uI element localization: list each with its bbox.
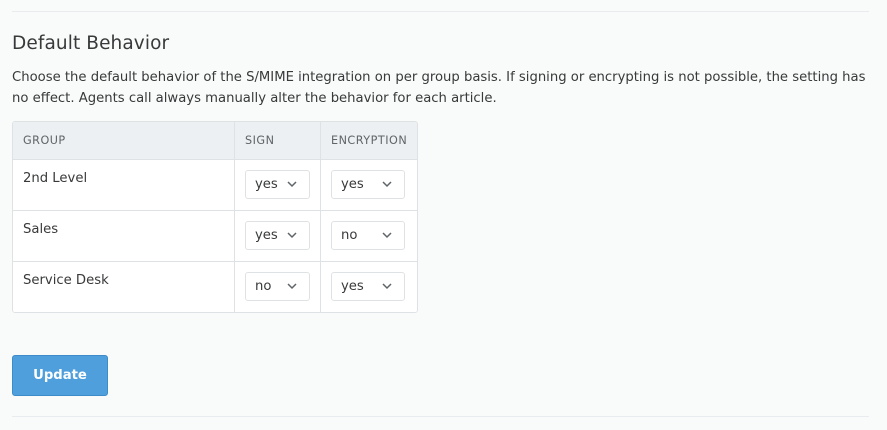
chevron-down-icon (287, 232, 297, 239)
update-button[interactable]: Update (12, 355, 108, 396)
chevron-down-icon (382, 283, 392, 290)
column-header-sign: SIGN (234, 122, 320, 160)
sign-select-value: yes (255, 177, 278, 192)
section-title: Default Behavior (12, 33, 170, 54)
table-row: Sales yes no (13, 211, 418, 262)
table-row: Service Desk no yes (13, 262, 418, 312)
encryption-select-value: yes (341, 279, 364, 294)
encryption-select[interactable]: no (331, 221, 405, 250)
encryption-select[interactable]: yes (331, 170, 405, 199)
sign-select[interactable]: no (245, 272, 310, 301)
group-name: Service Desk (23, 273, 109, 288)
column-header-group: GROUP (13, 122, 234, 160)
chevron-down-icon (287, 283, 297, 290)
encryption-select-value: yes (341, 177, 364, 192)
sign-select-value: no (255, 279, 272, 294)
chevron-down-icon (287, 181, 297, 188)
top-divider (12, 11, 869, 12)
encryption-select-value: no (341, 228, 358, 243)
group-behavior-table: GROUP SIGN ENCRYPTION 2nd Level yes yes (12, 121, 419, 313)
group-name: 2nd Level (23, 171, 88, 186)
table-header-row: GROUP SIGN ENCRYPTION (13, 122, 418, 160)
group-name: Sales (23, 222, 59, 237)
sign-select-value: yes (255, 228, 278, 243)
table-row: 2nd Level yes yes (13, 160, 418, 211)
bottom-divider (12, 416, 869, 417)
sign-select[interactable]: yes (245, 170, 310, 199)
sign-select[interactable]: yes (245, 221, 310, 250)
chevron-down-icon (382, 232, 392, 239)
encryption-select[interactable]: yes (331, 272, 405, 301)
smime-default-behavior-page: Default Behavior Choose the default beha… (0, 0, 887, 430)
section-description: Choose the default behavior of the S/MIM… (12, 70, 866, 106)
column-header-encryption: ENCRYPTION (320, 122, 418, 160)
chevron-down-icon (382, 181, 392, 188)
